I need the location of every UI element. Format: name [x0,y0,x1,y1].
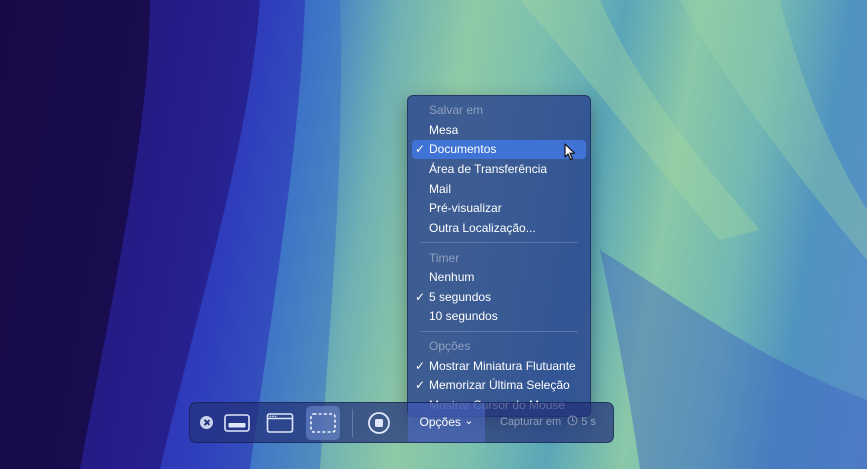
menu-item-memorizar-ultima-selecao[interactable]: ✓ Memorizar Última Seleção [412,376,586,395]
checkmark-icon: ✓ [415,359,426,373]
chevron-down-icon: ⌄ [464,415,474,427]
menu-item-mesa[interactable]: Mesa [412,121,586,140]
menu-section-options-header: Opções [429,339,471,353]
menu-section-timer-header: Timer [429,251,460,265]
menu-separator [420,331,578,332]
menu-section-save-header: Salvar em [429,103,484,117]
capture-selection-button[interactable] [306,406,340,440]
menu-item-label: Memorizar Última Seleção [429,378,570,392]
menu-item-label: Outra Localização... [429,221,536,235]
menu-item-label: Mail [429,182,452,196]
checkmark-icon: ✓ [415,142,426,156]
menu-item-mostrar-miniatura-flutuante[interactable]: ✓ Mostrar Miniatura Flutuante [412,357,586,376]
capture-button[interactable]: Capturar em 5 s [500,403,596,442]
record-icon [368,412,390,434]
menu-item-documentos[interactable]: ✓ Documentos [412,140,586,159]
record-screen-button[interactable] [362,406,396,440]
capture-window-button[interactable] [220,406,254,440]
screenshot-toolbar: Opções ⌄ Capturar em 5 s [189,402,614,443]
close-icon[interactable] [200,416,213,429]
capture-timer-value: 5 s [581,416,596,428]
menu-item-label: 5 segundos [429,290,492,304]
menu-item-outra-localizacao[interactable]: Outra Localização... [412,219,586,238]
menu-item-pre-visualizar[interactable]: Pré-visualizar [412,199,586,218]
menu-separator [420,242,578,243]
options-button[interactable]: Opções ⌄ [408,403,485,442]
capture-label: Capturar em [500,416,562,428]
mouse-pointer-icon [564,143,576,161]
menu-item-label: Mesa [429,123,459,137]
checkmark-icon: ✓ [415,378,426,392]
timer-icon [567,415,578,426]
menu-item-label: Documentos [429,142,497,156]
capture-window-icon [224,414,250,432]
capture-entire-screen-button[interactable] [263,406,297,440]
menu-item-label: 10 segundos [429,309,498,323]
capture-selection-icon [310,413,336,433]
options-label: Opções [419,415,461,429]
menu-item-mail[interactable]: Mail [412,180,586,199]
menu-item-10-segundos[interactable]: 10 segundos [412,307,586,326]
menu-item-label: Pré-visualizar [429,201,502,215]
menu-item-label: Nenhum [429,270,475,284]
menu-item-label: Área de Transferência [429,162,548,176]
menu-item-label: Mostrar Miniatura Flutuante [429,359,576,373]
toolbar-divider [352,409,353,437]
capture-entire-screen-icon [266,413,294,433]
menu-item-nenhum[interactable]: Nenhum [412,268,586,287]
menu-item-area-de-transferencia[interactable]: Área de Transferência [412,160,586,179]
checkmark-icon: ✓ [415,290,426,304]
menu-item-5-segundos[interactable]: ✓ 5 segundos [412,288,586,307]
